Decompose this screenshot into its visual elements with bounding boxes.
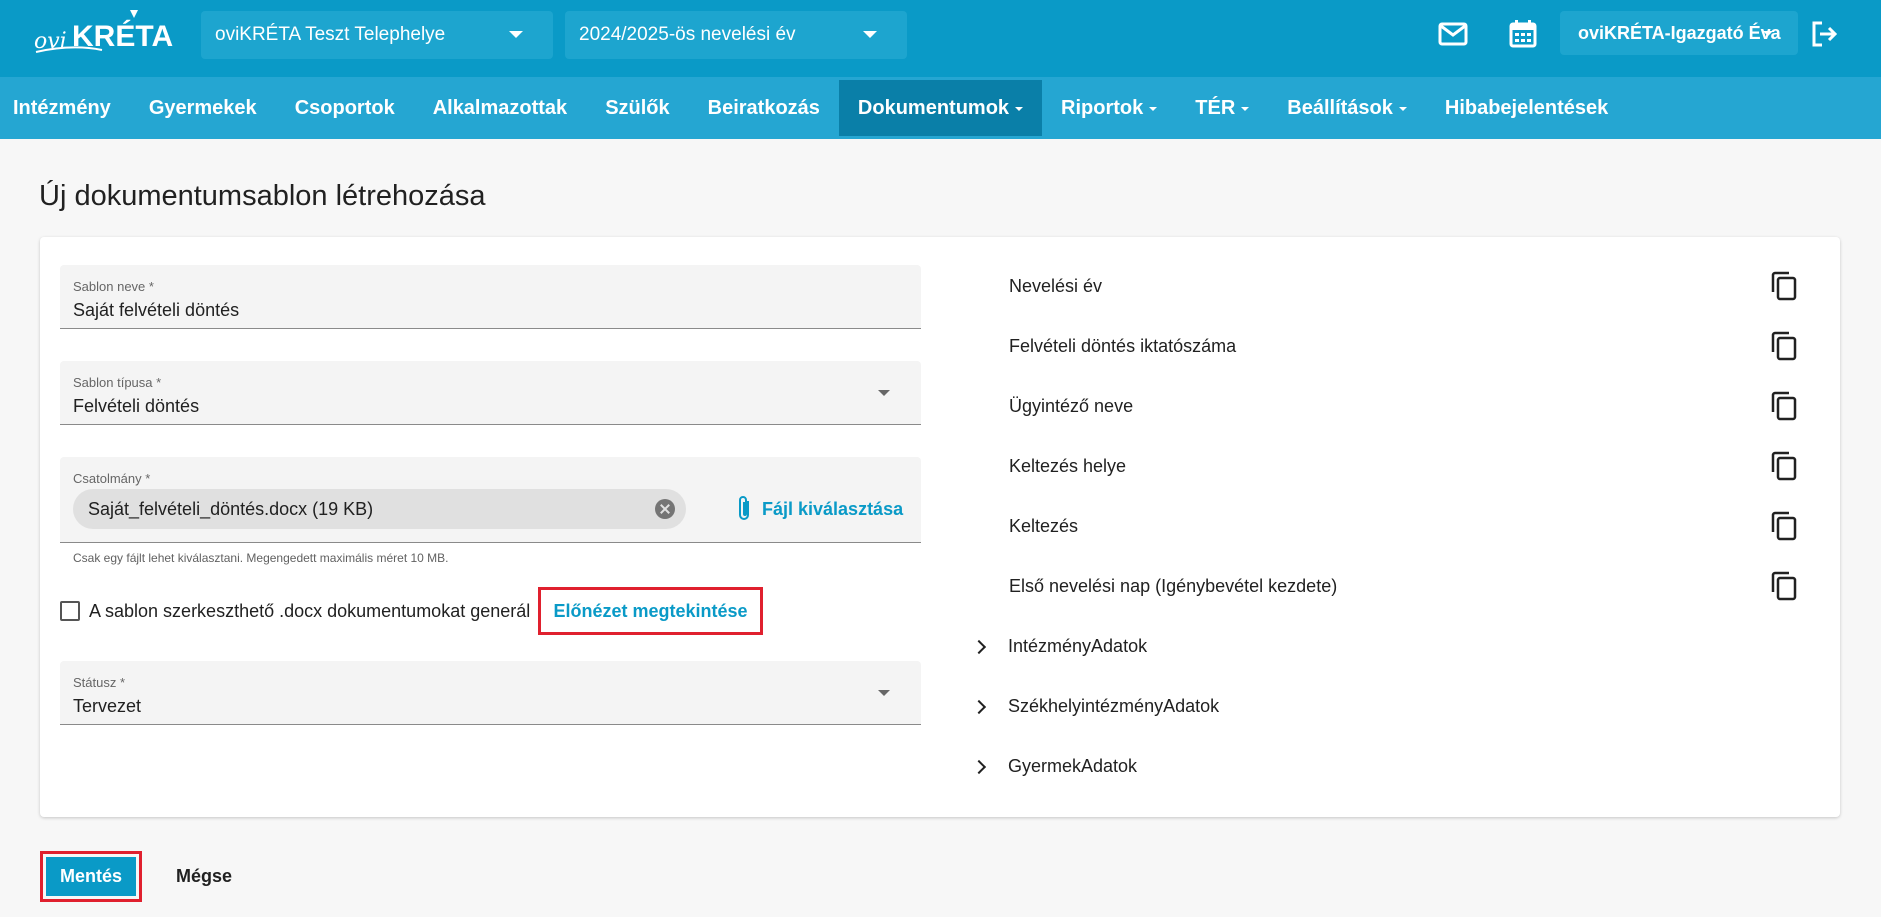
paperclip-icon xyxy=(739,496,749,520)
calendar-icon[interactable] xyxy=(1507,18,1539,50)
variable-group-intezmeny[interactable]: IntézményAdatok xyxy=(971,636,1148,657)
nav-label: TÉR xyxy=(1195,96,1236,119)
nav-label: Csoportok xyxy=(294,96,395,119)
variable-item: Keltezés helye xyxy=(1009,456,1127,476)
template-type-select[interactable]: Sablon típusa * Felvételi döntés xyxy=(60,361,921,425)
nav-label: Gyermekek xyxy=(148,96,257,119)
nav-label: Hibabejelentések xyxy=(1444,96,1609,119)
caret-down-icon xyxy=(1015,107,1024,111)
logo-text-ovi: ovi xyxy=(34,29,67,54)
nav-item-intezmeny[interactable]: Intézmény xyxy=(0,80,130,136)
remove-file-icon[interactable] xyxy=(655,499,675,519)
copy-icon[interactable] xyxy=(1770,511,1798,541)
editable-docx-checkbox[interactable] xyxy=(60,601,80,621)
template-type-value: Felvételi döntés xyxy=(73,396,200,416)
dropdown-arrow-icon xyxy=(878,690,890,696)
chevron-down-icon xyxy=(863,31,877,38)
app-logo[interactable]: ovi KRÉTA xyxy=(32,8,182,64)
variable-item: Első nevelési nap (Igénybevétel kezdete) xyxy=(1009,576,1338,596)
cancel-button[interactable]: Mégse xyxy=(162,851,246,902)
page-title: Új dokumentumsablon létrehozása xyxy=(39,180,486,212)
editable-docx-label[interactable]: A sablon szerkeszthető .docx dokumentumo… xyxy=(89,601,530,622)
copy-icon[interactable] xyxy=(1770,391,1798,421)
attachment-filename: Saját_felvételi_döntés.docx (19 KB) xyxy=(88,499,374,519)
chevron-right-icon xyxy=(971,699,987,714)
chevron-down-icon xyxy=(509,31,523,38)
preview-button[interactable]: Előnézet megtekintése xyxy=(538,587,763,635)
top-bar: ovi KRÉTA oviKRÉTA Teszt Telephelye 2024… xyxy=(0,0,1881,77)
template-name-value: Saját felvételi döntés xyxy=(73,300,240,320)
variable-item: Ügyintéző neve xyxy=(1009,396,1134,416)
nav-item-beallitasok[interactable]: Beállítások xyxy=(1268,80,1426,136)
nav-item-hibabejelentesek[interactable]: Hibabejelentések xyxy=(1426,80,1627,136)
dropdown-arrow-icon xyxy=(878,390,890,396)
save-button[interactable]: Mentés xyxy=(40,851,142,902)
attachment-hint: Csak egy fájlt lehet kiválasztani. Megen… xyxy=(73,551,449,565)
chevron-right-icon xyxy=(971,639,987,654)
field-label: Sablon típusa * xyxy=(73,375,162,390)
nav-item-gyermekek[interactable]: Gyermekek xyxy=(130,80,276,136)
nav-item-csoportok[interactable]: Csoportok xyxy=(276,80,414,136)
user-menu[interactable]: oviKRÉTA-Igazgató Éva xyxy=(1560,11,1798,55)
nav-label: Beállítások xyxy=(1287,96,1393,119)
variable-item: Keltezés xyxy=(1009,516,1079,536)
field-label: Státusz * xyxy=(73,675,126,690)
nav-label: Alkalmazottak xyxy=(432,96,568,119)
nav-item-riportok[interactable]: Riportok xyxy=(1042,80,1176,136)
attachment-field: Csatolmány * Saját_felvételi_döntés.docx… xyxy=(60,457,921,543)
copy-icon[interactable] xyxy=(1770,451,1798,481)
chevron-down-icon xyxy=(1763,31,1773,36)
copy-icon[interactable] xyxy=(1770,571,1798,601)
variable-group-gyermek[interactable]: GyermekAdatok xyxy=(971,756,1138,777)
nav-label: Beiratkozás xyxy=(707,96,820,119)
mail-icon[interactable] xyxy=(1437,18,1469,50)
preview-button-label: Előnézet megtekintése xyxy=(553,600,748,621)
cancel-button-label: Mégse xyxy=(176,866,233,886)
copy-icon[interactable] xyxy=(1770,331,1798,361)
year-select[interactable]: 2024/2025-ös nevelési év xyxy=(565,11,907,59)
group-label: SzékhelyintézményAdatok xyxy=(1008,696,1220,716)
nav-item-dokumentumok[interactable]: Dokumentumok xyxy=(838,80,1043,136)
attachment-chip: Saját_felvételi_döntés.docx (19 KB) xyxy=(73,489,686,529)
nav-label: Intézmény xyxy=(13,96,111,119)
template-name-field[interactable]: Sablon neve * Saját felvételi döntés xyxy=(60,265,921,329)
choose-file-label: Fájl kiválasztása xyxy=(762,498,904,519)
status-value: Tervezet xyxy=(73,696,142,716)
chevron-right-icon xyxy=(971,759,987,774)
site-select-value: oviKRÉTA Teszt Telephelye xyxy=(215,24,446,45)
nav-label: Riportok xyxy=(1061,96,1144,119)
save-button-label: Mentés xyxy=(46,857,136,896)
choose-file-button[interactable]: Fájl kiválasztása xyxy=(736,489,903,529)
caret-down-icon xyxy=(1149,107,1158,111)
field-label: Csatolmány * xyxy=(73,471,151,486)
nav-item-szulok[interactable]: Szülők xyxy=(586,80,688,136)
nav-label: Szülők xyxy=(605,96,670,119)
copy-icon[interactable] xyxy=(1770,271,1798,301)
caret-down-icon xyxy=(1398,107,1407,111)
group-label: GyermekAdatok xyxy=(1008,756,1138,776)
nav-item-beiratkozas[interactable]: Beiratkozás xyxy=(689,80,839,136)
group-label: IntézményAdatok xyxy=(1008,636,1148,656)
nav-item-ter[interactable]: TÉR xyxy=(1176,80,1268,136)
field-label: Sablon neve * xyxy=(73,279,154,294)
status-select[interactable]: Státusz * Tervezet xyxy=(60,661,921,725)
logo-text-kreta: KRÉTA xyxy=(72,19,173,53)
variable-group-szekhely[interactable]: SzékhelyintézményAdatok xyxy=(971,696,1220,717)
user-name: oviKRÉTA-Igazgató Éva xyxy=(1578,22,1781,43)
year-select-value: 2024/2025-ös nevelési év xyxy=(579,24,796,45)
site-select[interactable]: oviKRÉTA Teszt Telephelye xyxy=(201,11,553,59)
logout-icon[interactable] xyxy=(1808,18,1840,50)
nav-item-alkalmazottak[interactable]: Alkalmazottak xyxy=(414,80,587,136)
nav-label: Dokumentumok xyxy=(857,96,1010,119)
variable-item: Felvételi döntés iktatószáma xyxy=(1009,336,1237,356)
variable-item: Nevelési év xyxy=(1009,276,1103,296)
main-nav: Intézmény Gyermekek Csoportok Alkalmazot… xyxy=(0,77,1881,139)
caret-down-icon xyxy=(1241,107,1250,111)
